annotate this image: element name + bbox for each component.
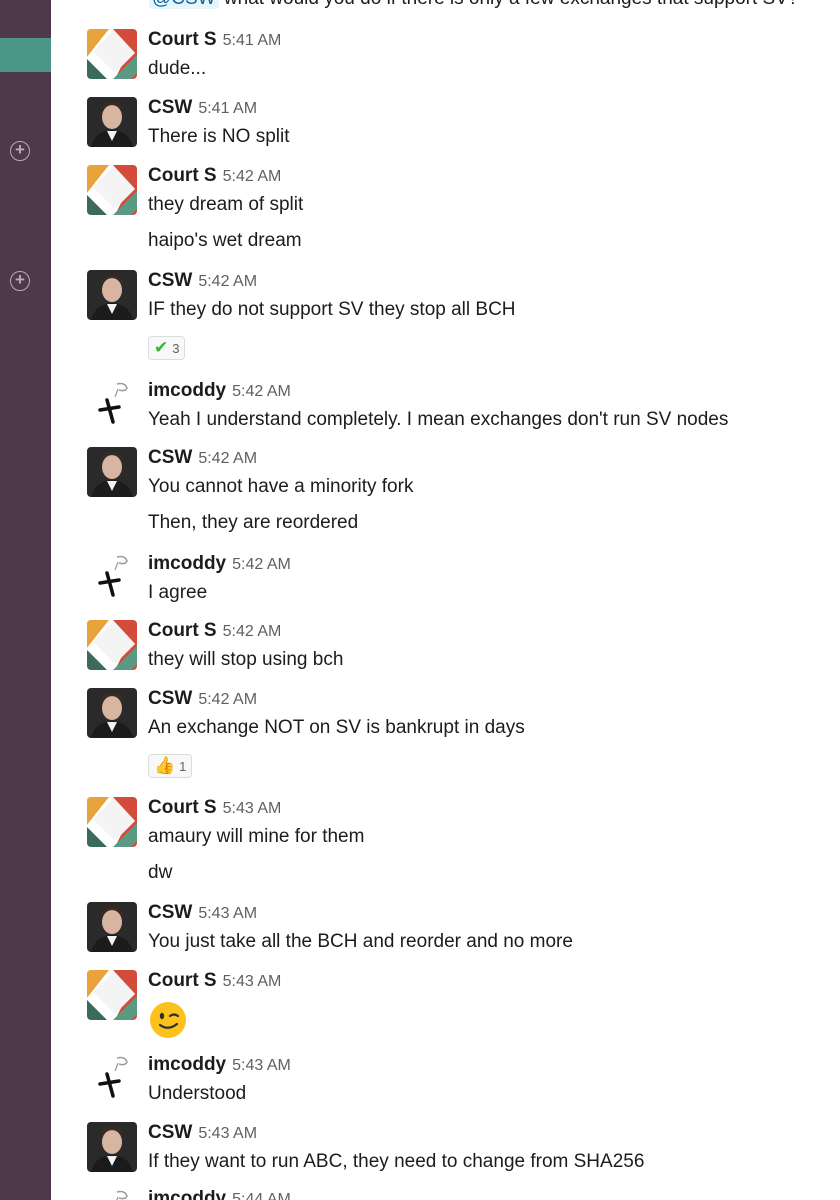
author-name[interactable]: Court S 5:41 AM	[148, 29, 281, 51]
author-label[interactable]: Court S	[148, 620, 217, 641]
author-name[interactable]: Court S 5:43 AM	[148, 970, 281, 992]
author-name[interactable]: imcoddy 5:43 AM	[148, 1054, 291, 1076]
avatar[interactable]	[87, 380, 137, 430]
author-name[interactable]: Court S 5:42 AM	[148, 620, 281, 642]
thumbs-up-icon: 👍	[154, 756, 176, 775]
message-text: You just take all the BCH and reorder an…	[148, 931, 573, 952]
author-label[interactable]: Court S	[148, 797, 217, 818]
mention[interactable]: @CSW	[149, 0, 219, 9]
message-text: haipo's wet dream	[148, 230, 302, 251]
active-channel-highlight[interactable]	[0, 38, 51, 72]
author-label[interactable]: CSW	[148, 1122, 192, 1143]
winking-face-icon	[148, 1000, 188, 1040]
timestamp[interactable]: 5:41 AM	[198, 100, 257, 117]
timestamp[interactable]: 5:41 AM	[223, 32, 282, 49]
avatar[interactable]	[87, 29, 137, 79]
author-name[interactable]: CSW 5:43 AM	[148, 902, 257, 924]
avatar[interactable]	[87, 97, 137, 147]
author-label[interactable]: imcoddy	[148, 1188, 226, 1200]
message-text: amaury will mine for them	[148, 826, 365, 847]
author-name[interactable]: Court S 5:43 AM	[148, 797, 281, 819]
reaction-count: 1	[179, 758, 187, 774]
reaction-count: 3	[172, 340, 180, 356]
author-name[interactable]: CSW 5:41 AM	[148, 97, 257, 119]
message-text: I agree	[148, 582, 208, 603]
author-label[interactable]: imcoddy	[148, 1054, 226, 1075]
timestamp[interactable]: 5:42 AM	[223, 623, 282, 640]
avatar[interactable]	[87, 553, 137, 603]
check-mark-icon: ✔	[154, 338, 169, 357]
author-name[interactable]: imcoddy 5:44 AM	[148, 1188, 291, 1200]
message-text: Yeah I understand completely. I mean exc…	[148, 409, 729, 430]
author-label[interactable]: imcoddy	[148, 553, 226, 574]
author-name[interactable]: imcoddy 5:42 AM	[148, 380, 291, 402]
author-name[interactable]: CSW 5:43 AM	[148, 1122, 257, 1144]
timestamp[interactable]: 5:44 AM	[232, 1191, 291, 1200]
author-label[interactable]: imcoddy	[148, 380, 226, 401]
message-text: they dream of split	[148, 194, 304, 215]
timestamp[interactable]: 5:43 AM	[198, 1125, 257, 1142]
message-text: You cannot have a minority fork	[148, 476, 414, 497]
message-text: An exchange NOT on SV is bankrupt in day…	[148, 717, 525, 738]
author-label[interactable]: CSW	[148, 447, 192, 468]
author-name[interactable]: CSW 5:42 AM	[148, 270, 257, 292]
author-name[interactable]: CSW 5:42 AM	[148, 688, 257, 710]
avatar[interactable]	[87, 902, 137, 952]
author-label[interactable]: Court S	[148, 29, 217, 50]
message-pane: @CSW what would you do if there is only …	[51, 0, 840, 1200]
message-text: they will stop using bch	[148, 649, 344, 670]
message-text: There is NO split	[148, 126, 290, 147]
author-label[interactable]: CSW	[148, 270, 192, 291]
timestamp[interactable]: 5:42 AM	[198, 691, 257, 708]
avatar[interactable]	[87, 165, 137, 215]
avatar[interactable]	[87, 270, 137, 320]
timestamp[interactable]: 5:43 AM	[223, 973, 282, 990]
avatar[interactable]	[87, 797, 137, 847]
avatar[interactable]	[87, 1122, 137, 1172]
message-text: Then, they are reordered	[148, 512, 359, 533]
message-text: dw	[148, 862, 173, 883]
author-label[interactable]: Court S	[148, 165, 217, 186]
timestamp[interactable]: 5:42 AM	[198, 450, 257, 467]
timestamp[interactable]: 5:43 AM	[232, 1057, 291, 1074]
reaction-badge[interactable]: ✔ 3	[148, 336, 186, 360]
message-text: IF they do not support SV they stop all …	[148, 299, 516, 320]
author-label[interactable]: CSW	[148, 97, 192, 118]
avatar[interactable]	[87, 1054, 137, 1104]
timestamp[interactable]: 5:42 AM	[198, 273, 257, 290]
timestamp[interactable]: 5:43 AM	[198, 905, 257, 922]
avatar[interactable]	[87, 1188, 137, 1200]
message-text: Understood	[148, 1083, 247, 1104]
author-name[interactable]: CSW 5:42 AM	[148, 447, 257, 469]
avatar[interactable]	[87, 620, 137, 670]
timestamp[interactable]: 5:42 AM	[232, 383, 291, 400]
reaction-badge[interactable]: 👍 1	[148, 754, 193, 778]
timestamp[interactable]: 5:42 AM	[223, 168, 282, 185]
avatar[interactable]	[87, 447, 137, 497]
author-name[interactable]: imcoddy 5:42 AM	[148, 553, 291, 575]
author-label[interactable]: CSW	[148, 688, 192, 709]
truncated-message: @CSW what would you do if there is only …	[149, 0, 798, 10]
timestamp[interactable]: 5:43 AM	[223, 800, 282, 817]
timestamp[interactable]: 5:42 AM	[232, 556, 291, 573]
message-text: If they want to run ABC, they need to ch…	[148, 1151, 645, 1172]
add-channel-icon[interactable]: +	[10, 141, 30, 161]
workspace-sidebar: + +	[0, 0, 51, 1200]
avatar[interactable]	[87, 688, 137, 738]
message-text: what would you do if there is only a few…	[219, 0, 799, 9]
author-name[interactable]: Court S 5:42 AM	[148, 165, 281, 187]
avatar[interactable]	[87, 970, 137, 1020]
add-direct-message-icon[interactable]: +	[10, 271, 30, 291]
author-label[interactable]: Court S	[148, 970, 217, 991]
message-text: dude...	[148, 58, 207, 79]
author-label[interactable]: CSW	[148, 902, 192, 923]
